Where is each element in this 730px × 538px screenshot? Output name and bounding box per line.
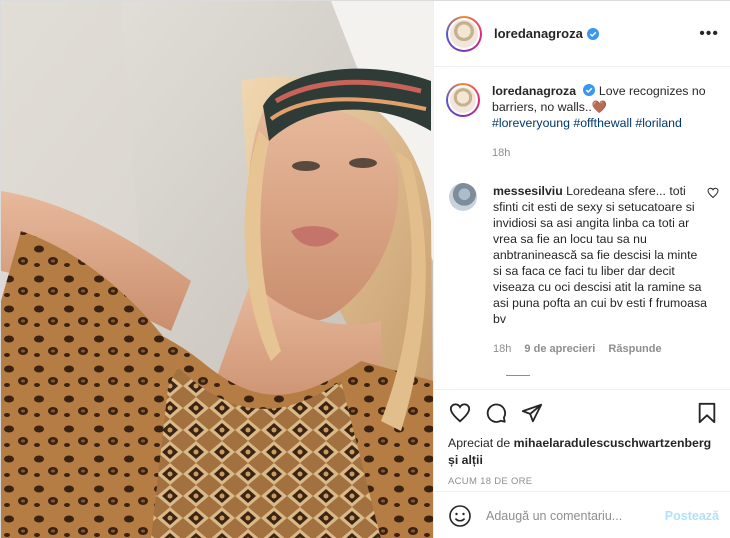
- comment-likes[interactable]: 9 de aprecieri: [524, 343, 595, 355]
- caption-meta: 18h: [492, 145, 717, 161]
- reply-button[interactable]: Răspunde: [608, 343, 661, 355]
- heart-icon[interactable]: [448, 401, 472, 425]
- comment-meta: 18h 9 de aprecieri Răspunde: [493, 341, 707, 357]
- comment-icon[interactable]: [484, 401, 508, 425]
- comment-time[interactable]: 18h: [493, 343, 511, 355]
- caption-row: loredanagroza Love recognizes no barrier…: [446, 83, 717, 161]
- brown-heart-emoji: 🤎: [591, 100, 608, 114]
- post-header: loredanagroza •••: [434, 1, 730, 67]
- hashtag-link[interactable]: #offthewall: [573, 116, 632, 130]
- comment-row: messesilviu Loredeana sfere... toti sfin…: [446, 183, 719, 357]
- comment-avatar[interactable]: [449, 183, 477, 211]
- emoji-icon[interactable]: [448, 504, 472, 528]
- comments-section: loredanagroza Love recognizes no barrier…: [434, 67, 730, 389]
- instagram-post: loredanagroza ••• loredanagroza Love rec…: [0, 0, 730, 538]
- post-actions: Apreciat de mihaelaradulescuschwartzenbe…: [434, 389, 730, 487]
- likes-summary: Apreciat de mihaelaradulescuschwartzenbe…: [448, 435, 719, 469]
- comment-heart-icon[interactable]: [707, 187, 719, 199]
- post-comment-button[interactable]: Postează: [665, 509, 719, 523]
- comment-input[interactable]: [486, 508, 665, 523]
- likes-user[interactable]: mihaelaradulescuschwartzenberg: [514, 436, 712, 450]
- hashtag-link[interactable]: #loreveryoung: [492, 116, 570, 130]
- post-photo[interactable]: [1, 1, 433, 538]
- comment-text: Loredeana sfere... toti sfinti cit esti …: [493, 184, 707, 326]
- comment-username[interactable]: messesilviu: [493, 184, 563, 198]
- caption-time[interactable]: 18h: [492, 147, 510, 159]
- comment-body: messesilviu Loredeana sfere... toti sfin…: [493, 183, 717, 357]
- verified-icon: [586, 27, 599, 40]
- caption-body: loredanagroza Love recognizes no barrier…: [492, 83, 717, 161]
- more-icon[interactable]: •••: [699, 25, 719, 41]
- caption-username[interactable]: loredanagroza: [492, 84, 576, 98]
- add-comment-bar: Postează: [434, 491, 730, 538]
- hashtag-link[interactable]: #loriland: [635, 116, 682, 130]
- likes-prefix: Apreciat de: [448, 436, 511, 450]
- header-username[interactable]: loredanagroza: [494, 26, 583, 41]
- post-side-panel: loredanagroza ••• loredanagroza Love rec…: [433, 1, 730, 538]
- avatar[interactable]: [446, 15, 482, 52]
- likes-others[interactable]: și alții: [448, 453, 483, 467]
- verified-icon: [583, 84, 596, 96]
- bookmark-icon[interactable]: [695, 401, 719, 425]
- caption-avatar[interactable]: [446, 83, 480, 117]
- share-icon[interactable]: [520, 401, 544, 425]
- view-replies[interactable]: [506, 375, 717, 376]
- post-timestamp[interactable]: ACUM 18 DE ORE: [448, 476, 719, 487]
- post-image: [1, 1, 433, 538]
